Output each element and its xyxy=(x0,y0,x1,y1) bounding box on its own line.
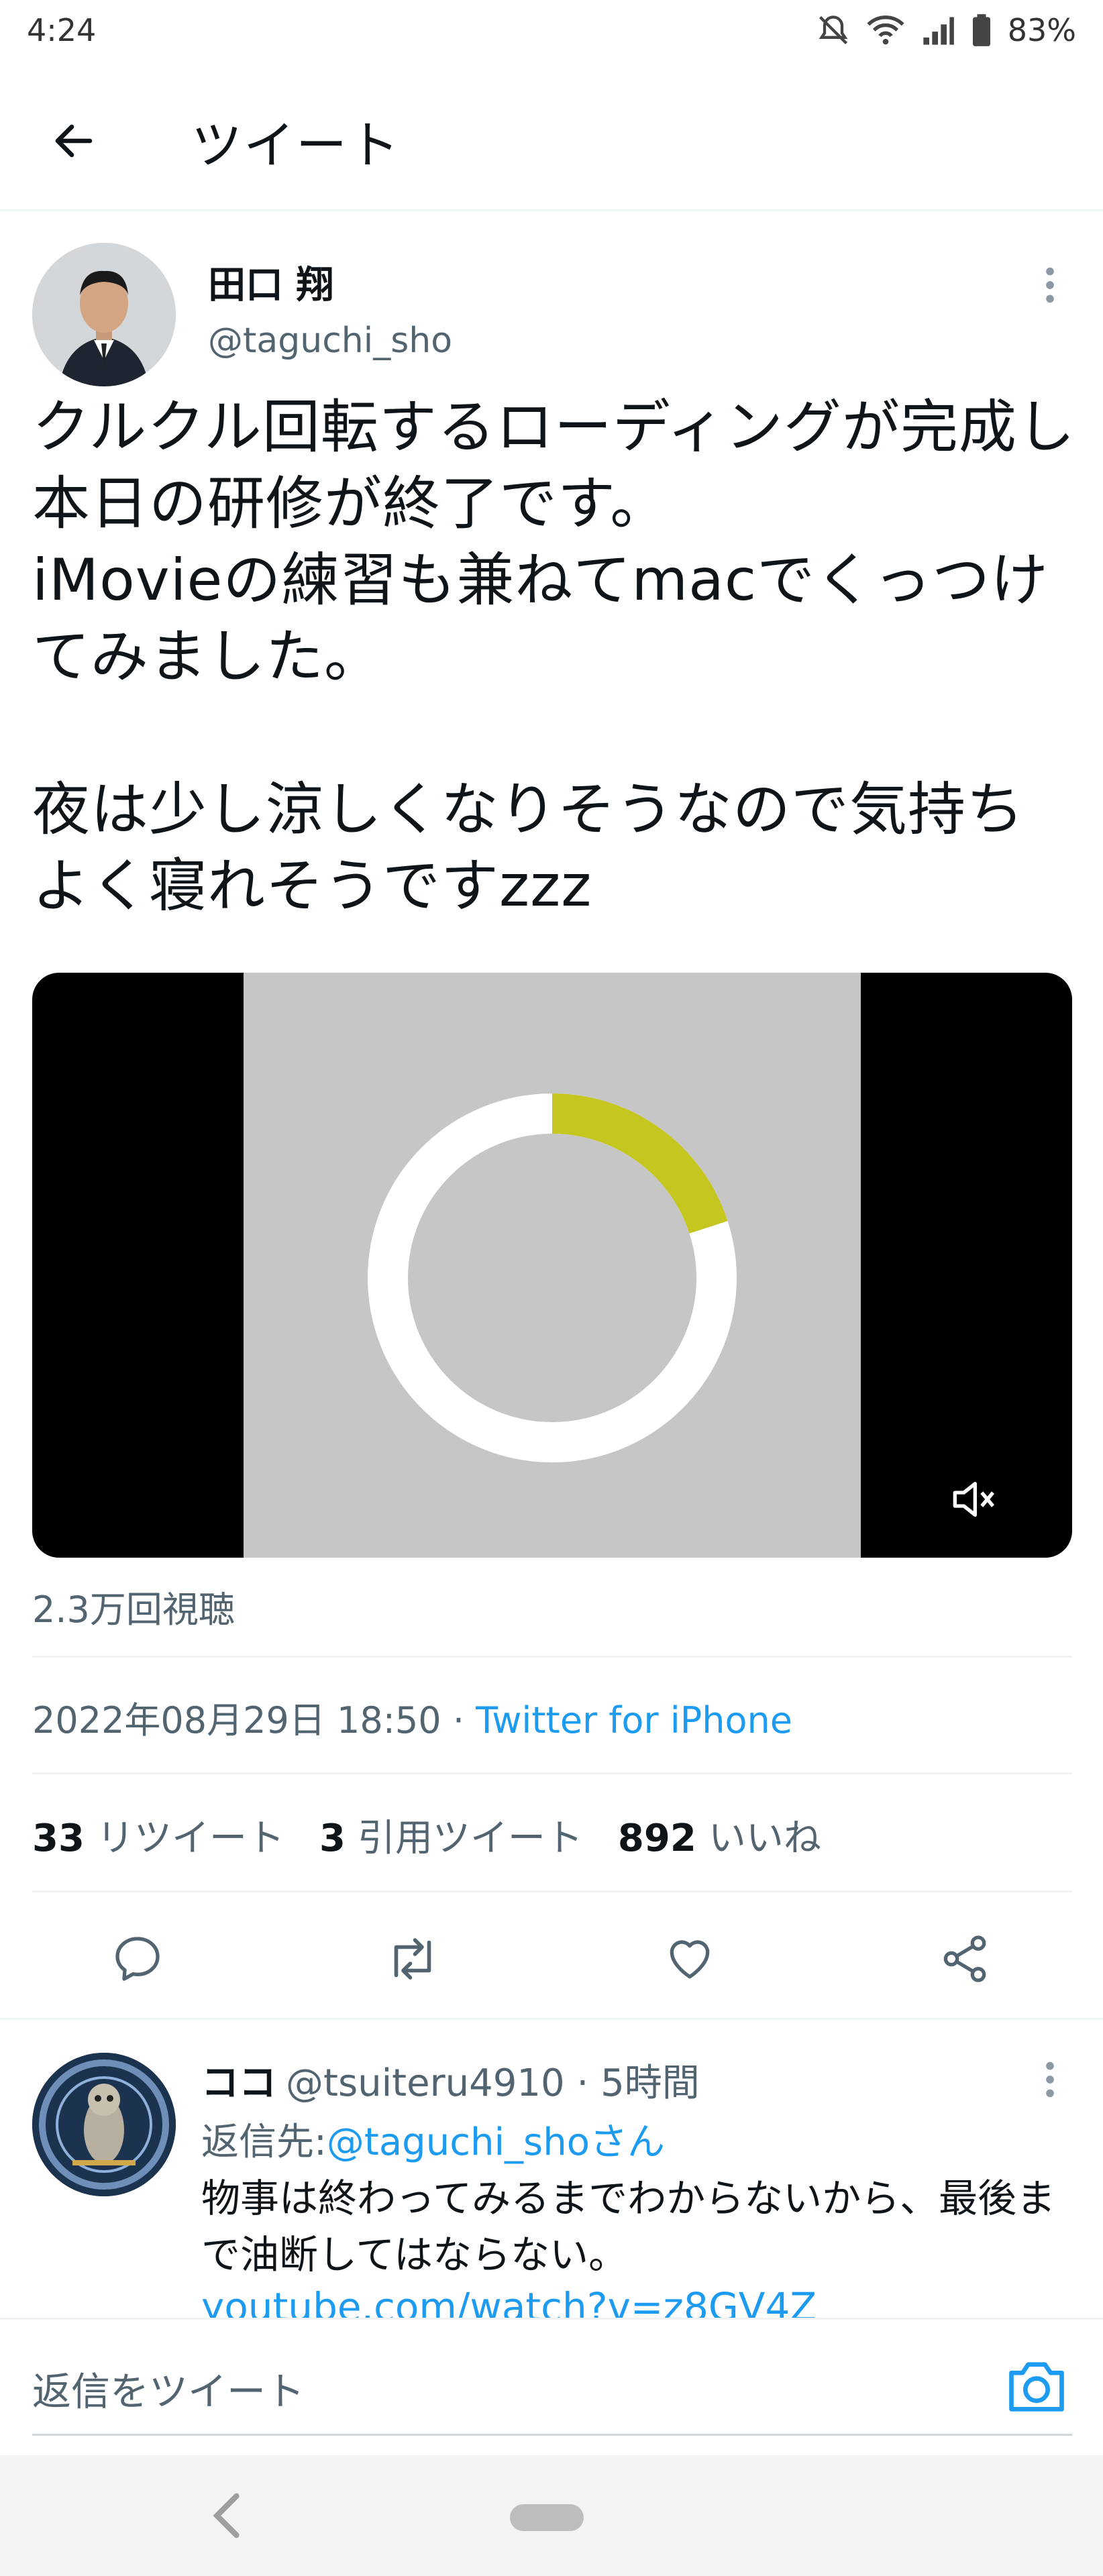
author-handle[interactable]: @taguchi_sho xyxy=(208,321,452,361)
retweets-label: リツイート xyxy=(96,1817,284,1860)
tweet-stats: 33 リツイート 3 引用ツイート 892 いいね xyxy=(32,1808,821,1862)
author-avatar[interactable] xyxy=(32,243,176,386)
tweet-text: クルクル回転するローディングが完成し本日の研修が終了です。 iMovieの練習も… xyxy=(32,394,1075,920)
nav-home-pill[interactable] xyxy=(510,2504,584,2531)
reply-to-label: 返信先: xyxy=(201,2121,327,2164)
retweets-stat[interactable]: 33 リツイート xyxy=(32,1808,284,1862)
reply-to-line: 返信先:@taguchi_shoさん xyxy=(201,2112,665,2166)
tweet-timestamp: 2022年08月29日 18:50 xyxy=(32,1699,441,1741)
likes-stat[interactable]: 892 いいね xyxy=(618,1808,821,1862)
reply-author-handle[interactable]: @tsuiteru4910 xyxy=(286,2061,565,2105)
divider xyxy=(0,2018,1103,2020)
reply-input[interactable]: 返信をツイート xyxy=(32,2360,305,2416)
reply-author-avatar[interactable] xyxy=(32,2053,176,2196)
like-icon[interactable] xyxy=(656,1925,723,1992)
wifi-icon xyxy=(865,13,906,48)
meta-separator: · xyxy=(452,1699,464,1741)
reply-text: 物事は終わってみるまでわからないから、最後まで油断してはならない。 xyxy=(201,2176,1056,2277)
tweet-source-link[interactable]: Twitter for iPhone xyxy=(476,1699,792,1741)
reply-more-options-icon[interactable] xyxy=(1033,2056,1067,2103)
reply-author-name[interactable]: ココ xyxy=(201,2061,276,2105)
nav-back-icon[interactable] xyxy=(201,2482,255,2549)
likes-label: いいね xyxy=(708,1817,821,1860)
video-frame xyxy=(244,973,861,1558)
share-icon[interactable] xyxy=(931,1925,998,1992)
reply-header: ココ @tsuiteru4910 · 5時間 xyxy=(201,2053,700,2107)
divider xyxy=(32,1772,1072,1774)
divider xyxy=(32,1656,1072,1658)
reply-time: 5時間 xyxy=(600,2061,700,2105)
reply-compose-bar: 返信をツイート xyxy=(0,2318,1103,2455)
reply-to-mention[interactable]: @taguchi_shoさん xyxy=(327,2121,665,2164)
status-time: 4:24 xyxy=(27,12,97,48)
tweet-video[interactable] xyxy=(32,973,1072,1558)
loading-ring-graphic xyxy=(368,1093,737,1462)
camera-icon[interactable] xyxy=(1003,2353,1070,2420)
status-icons: 83% xyxy=(816,12,1076,48)
view-count: 2.3万回視聴 xyxy=(32,1589,235,1631)
battery-percent: 83% xyxy=(1007,12,1076,48)
quotes-label: 引用ツイート xyxy=(357,1817,583,1860)
likes-count: 892 xyxy=(617,1817,696,1860)
signal-icon xyxy=(921,13,955,48)
mute-bell-icon xyxy=(816,13,851,48)
tweet-metadata: 2022年08月29日 18:50 · Twitter for iPhone xyxy=(32,1690,792,1743)
back-arrow-icon[interactable] xyxy=(40,107,107,174)
retweet-icon[interactable] xyxy=(379,1925,446,1992)
system-nav-bar xyxy=(0,2455,1103,2576)
divider xyxy=(32,1890,1072,1892)
more-options-icon[interactable] xyxy=(1033,262,1067,309)
author-name[interactable]: 田口 翔 xyxy=(208,255,334,309)
reply-icon[interactable] xyxy=(104,1925,171,1992)
status-bar: 4:24 83% xyxy=(0,0,1103,67)
retweets-count: 33 xyxy=(32,1817,85,1860)
quotes-count: 3 xyxy=(319,1817,346,1860)
reply-separator: · xyxy=(576,2061,589,2105)
compose-underline xyxy=(32,2434,1072,2436)
page-title: ツイート xyxy=(191,115,401,175)
quotes-stat[interactable]: 3 引用ツイート xyxy=(319,1808,583,1862)
battery-icon xyxy=(970,13,993,48)
mute-icon[interactable] xyxy=(946,1472,1000,1526)
top-app-bar: ツイート xyxy=(0,67,1103,211)
